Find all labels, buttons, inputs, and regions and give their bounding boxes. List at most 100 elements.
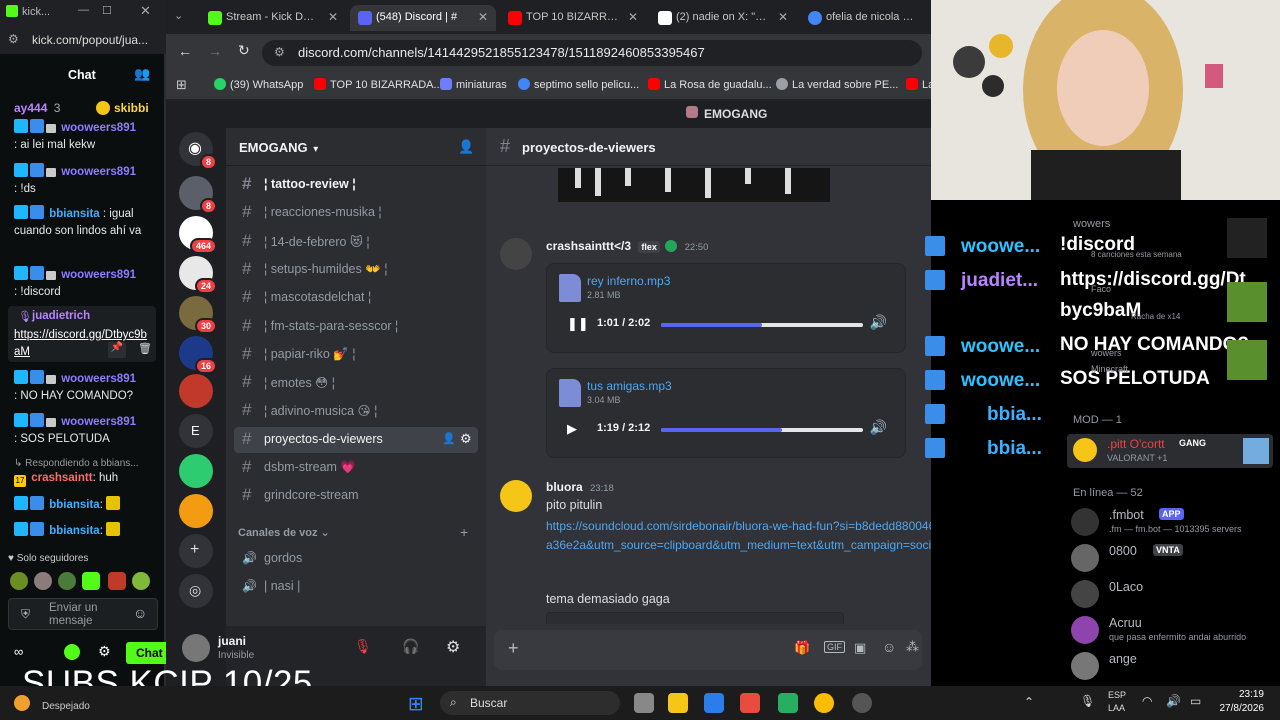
mic-tray-icon[interactable]: 🎙 <box>1080 694 1095 708</box>
chat-username[interactable]: crashsaintt <box>31 472 92 484</box>
server-icon[interactable]: 8 <box>179 176 217 214</box>
image-attachment[interactable] <box>558 168 830 202</box>
audio-file-name[interactable]: tus amigas.mp3 <box>587 379 672 393</box>
embed-preview[interactable] <box>546 612 844 624</box>
users-icon[interactable]: 👥 <box>134 66 150 82</box>
chat-username[interactable]: wooweers891 <box>61 166 136 178</box>
server-icon[interactable]: 464 <box>179 216 217 254</box>
emote-icon[interactable] <box>108 572 126 590</box>
forward-icon[interactable]: → <box>208 43 222 59</box>
taskbar-search[interactable]: ⌕ Buscar <box>440 691 620 715</box>
voice-category[interactable]: Canales de voz ⌄ <box>238 526 330 539</box>
headphones-icon[interactable]: 🎧 <box>402 638 419 655</box>
add-attachment-icon[interactable]: + <box>508 638 519 659</box>
settings-icon[interactable]: ⚙ <box>98 643 111 660</box>
add-voice-channel-icon[interactable]: + <box>460 524 468 540</box>
user-name[interactable]: juani <box>218 634 246 648</box>
gift-icon[interactable]: 🎁 <box>794 640 810 656</box>
chat-username[interactable]: bbiansita <box>49 208 99 220</box>
weather-icon[interactable] <box>14 695 30 711</box>
mic-muted-icon[interactable]: 🎙 <box>354 638 372 655</box>
server-icon[interactable]: 30 <box>179 296 217 334</box>
top-user-left[interactable]: ay444 <box>14 101 47 115</box>
author-avatar[interactable] <box>500 480 532 512</box>
top-user-right[interactable]: skibbi <box>114 101 149 115</box>
discord-home-icon[interactable]: ◉ 8 <box>179 132 217 170</box>
server-icon[interactable]: 24 <box>179 256 217 294</box>
chat-send-button[interactable]: Chat <box>126 642 166 664</box>
add-server-icon[interactable]: + <box>179 534 213 568</box>
server-icon[interactable] <box>179 494 213 528</box>
server-icon[interactable]: E <box>179 414 213 448</box>
excel-icon[interactable] <box>778 693 798 713</box>
channel-item[interactable]: # ¦ emotes 😳 ¦ <box>234 370 478 396</box>
user-settings-icon[interactable]: ⚙ <box>446 637 460 657</box>
chat-username[interactable]: wooweers891 <box>61 269 136 281</box>
invite-icon[interactable]: 👤 <box>458 139 474 155</box>
voice-channel-gordos[interactable]: 🔊 gordos <box>234 546 478 572</box>
server-icon[interactable] <box>179 374 213 408</box>
emoji-icon[interactable]: ☺ <box>882 639 896 655</box>
chat-username[interactable]: juadietrich <box>32 310 90 322</box>
pin-icon[interactable]: 📌 <box>108 342 126 358</box>
bookmark-la[interactable]: La <box>906 78 934 91</box>
bookmark-verdad[interactable]: La verdad sobre PE... <box>776 78 898 91</box>
audio-progress[interactable] <box>661 428 863 432</box>
user-avatar[interactable] <box>182 634 210 662</box>
close-tab-icon[interactable]: ✕ <box>478 10 488 24</box>
minimize-icon[interactable]: — <box>78 4 89 16</box>
chat-username[interactable]: bbiansita <box>49 525 99 537</box>
server-icon[interactable]: 16 <box>179 336 217 374</box>
channel-item[interactable]: # ¦ adivino-musica 😘 ¦ <box>234 398 478 424</box>
volume-icon[interactable]: 🔊 <box>870 419 887 436</box>
chat-username[interactable]: wooweers891 <box>61 122 136 134</box>
wifi-icon[interactable]: ◠ <box>1142 694 1152 708</box>
close-tab-icon[interactable]: ✕ <box>628 10 638 24</box>
chrome-icon[interactable] <box>814 693 834 713</box>
bookmark-whatsapp[interactable]: (39) WhatsApp <box>214 78 303 91</box>
chevron-up-icon[interactable]: ⌃ <box>1024 695 1034 709</box>
store-icon[interactable] <box>704 693 724 713</box>
clock-time[interactable]: 23:19 <box>1222 689 1264 700</box>
bookmark-rosa[interactable]: La Rosa de guadalu... <box>648 78 772 91</box>
member-item[interactable]: Acruu que pasa enfermito andai aburrido <box>1071 612 1276 648</box>
channel-item[interactable]: # ¦ mascotasdelchat ¦ <box>234 285 478 311</box>
emote-icon[interactable] <box>58 572 76 590</box>
chat-username[interactable]: wooweers891 <box>61 373 136 385</box>
channel-item[interactable]: # ¦ tattoo-review ¦ <box>234 172 478 198</box>
member-item[interactable]: 0800 VNTA <box>1071 540 1276 576</box>
trash-icon[interactable]: 🗑 <box>138 342 152 355</box>
channel-item[interactable]: # grindcore-stream <box>234 483 478 509</box>
chat-input[interactable]: ⛨ Enviar un mensaje ☺ <box>8 598 158 630</box>
volume-tray-icon[interactable]: 🔊 <box>1166 694 1181 708</box>
emote-icon[interactable] <box>82 572 100 590</box>
emote-icon[interactable] <box>34 572 52 590</box>
bookmark-youtube[interactable]: TOP 10 BIZARRADA... <box>314 78 443 91</box>
close-icon[interactable]: ✕ <box>140 3 151 19</box>
apps-icon[interactable]: ⊞ <box>176 77 187 93</box>
emote-bar[interactable] <box>6 570 160 592</box>
obs-icon[interactable] <box>852 693 872 713</box>
member-item[interactable]: ange <box>1071 648 1276 684</box>
infinity-icon[interactable]: ∞ <box>14 644 23 659</box>
author-name[interactable]: crashsainttt</3 <box>546 239 631 253</box>
site-info-icon[interactable]: ⚙ <box>274 45 285 59</box>
emoji-icon[interactable]: ☺ <box>133 605 147 621</box>
channel-item[interactable]: # proyectos-de-viewers 👤 ⚙ <box>234 426 478 453</box>
language-label[interactable]: ESP <box>1108 690 1126 700</box>
gif-icon[interactable]: GIF <box>824 641 845 653</box>
kick-url-bar[interactable]: ⚙ kick.com/popout/jua... <box>0 26 166 54</box>
pause-icon[interactable]: ❚❚ <box>567 316 589 332</box>
member-item[interactable]: 0Laco <box>1071 576 1276 612</box>
server-header[interactable]: EMOGANG ▾ 👤 <box>226 128 486 166</box>
channel-item[interactable]: # ¦ fm-stats-para-sesscor ¦ <box>234 314 478 340</box>
apps-icon[interactable]: ⁂ <box>906 639 919 655</box>
chat-username[interactable]: bbiansita <box>49 499 99 511</box>
server-icon[interactable] <box>179 454 213 488</box>
file-explorer-icon[interactable] <box>668 693 688 713</box>
bookmark-septimo[interactable]: septimo sello pelicu... <box>518 78 639 91</box>
maximize-icon[interactable]: ☐ <box>102 4 112 17</box>
channel-item[interactable]: # dsbm-stream 💗 <box>234 455 478 481</box>
close-tab-icon[interactable]: ✕ <box>778 10 788 24</box>
close-tab-icon[interactable]: ✕ <box>328 10 338 24</box>
